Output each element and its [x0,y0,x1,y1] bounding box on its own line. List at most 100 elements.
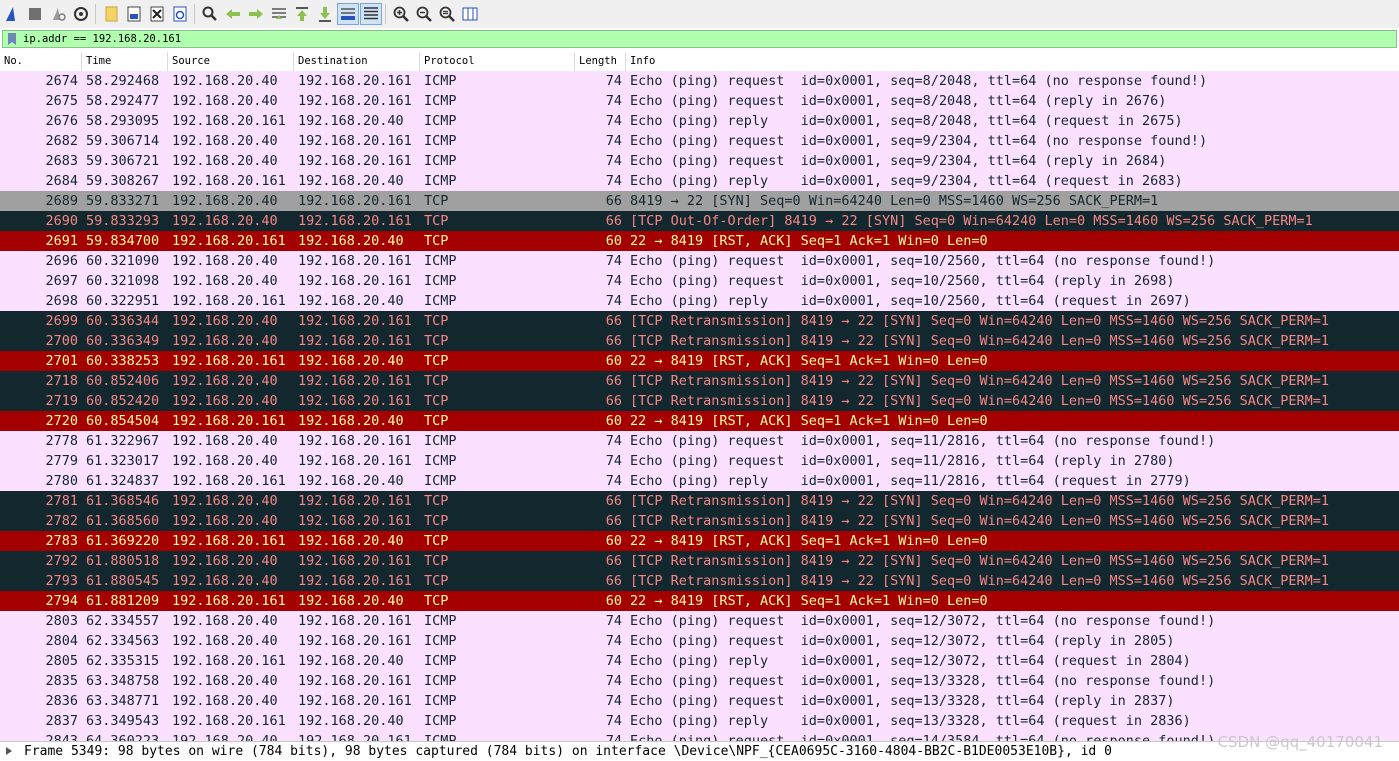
packet-row[interactable]: 2779 61.323017 192.168.20.40 192.168.20.161… [0,451,1399,471]
packet-info: Echo (ping) request id=0x0001, seq=12/30… [630,613,1216,629]
colorize-icon[interactable] [360,3,382,25]
packet-row[interactable]: 2689 59.833271 192.168.20.40 192.168.20.161… [0,191,1399,211]
packet-time: 61.880545 [86,573,160,589]
packet-row[interactable]: 2684 59.308267 192.168.20.161 192.168.20.40… [0,171,1399,191]
packet-row[interactable]: 2780 61.324837 192.168.20.161 192.168.20.40… [0,471,1399,491]
packet-row[interactable]: 2794 61.881209 192.168.20.161 192.168.20.40… [0,591,1399,611]
zoom-normal-icon[interactable] [436,3,458,25]
packet-source: 192.168.20.161 [172,653,286,669]
packet-row[interactable]: 2836 63.348771 192.168.20.40 192.168.20.161… [0,691,1399,711]
packet-length: 74 [605,653,622,669]
save-file-icon[interactable] [123,3,145,25]
packet-row[interactable]: 2719 60.852420 192.168.20.40 192.168.20.161… [0,391,1399,411]
packet-row[interactable]: 2835 63.348758 192.168.20.40 192.168.20.161… [0,671,1399,691]
packet-destination: 192.168.20.161 [298,673,412,689]
packet-info: Echo (ping) request id=0x0001, seq=10/25… [630,273,1175,289]
column-header-length[interactable]: Length [575,52,626,71]
packet-row[interactable]: 2843 64.360223 192.168.20.40 192.168.20.161… [0,731,1399,741]
zoom-out-icon[interactable] [413,3,435,25]
packet-info: Echo (ping) request id=0x0001, seq=9/230… [630,133,1208,149]
packet-source: 192.168.20.40 [172,453,278,469]
toolbar-separator [95,4,96,24]
packet-protocol: ICMP [424,173,457,189]
packet-protocol: ICMP [424,673,457,689]
packet-no: 2803 [45,613,78,629]
packet-length: 74 [605,153,622,169]
packet-destination: 192.168.20.161 [298,333,412,349]
reload-icon[interactable] [169,3,191,25]
packet-row[interactable]: 2837 63.349543 192.168.20.161 192.168.20.40… [0,711,1399,731]
shark-fin-icon[interactable] [1,3,23,25]
packet-row[interactable]: 2675 58.292477 192.168.20.40 192.168.20.161… [0,91,1399,111]
packet-destination: 192.168.20.161 [298,633,412,649]
packet-row[interactable]: 2690 59.833293 192.168.20.40 192.168.20.161… [0,211,1399,231]
toolbar-separator [385,4,386,24]
packet-protocol: TCP [424,513,449,529]
packet-row[interactable]: 2720 60.854504 192.168.20.161 192.168.20.40… [0,411,1399,431]
packet-destination: 192.168.20.161 [298,213,412,229]
packet-row[interactable]: 2783 61.369220 192.168.20.161 192.168.20.40… [0,531,1399,551]
packet-source: 192.168.20.161 [172,713,286,729]
packet-row[interactable]: 2674 58.292468 192.168.20.40 192.168.20.161… [0,71,1399,91]
zoom-in-icon[interactable] [390,3,412,25]
packet-destination: 192.168.20.40 [298,113,404,129]
packet-length: 66 [605,393,622,409]
packet-row[interactable]: 2792 61.880518 192.168.20.40 192.168.20.161… [0,551,1399,571]
frame-summary[interactable]: Frame 5349: 98 bytes on wire (784 bits),… [24,744,1112,759]
packet-destination: 192.168.20.161 [298,553,412,569]
packet-row[interactable]: 2682 59.306714 192.168.20.40 192.168.20.161… [0,131,1399,151]
packet-row[interactable]: 2676 58.293095 192.168.20.161 192.168.20.40… [0,111,1399,131]
display-filter-input[interactable]: ip.addr == 192.168.20.161 [2,30,1397,48]
column-header-destination[interactable]: Destination [294,52,420,71]
packet-row[interactable]: 2683 59.306721 192.168.20.40 192.168.20.161… [0,151,1399,171]
packet-no: 2778 [45,433,78,449]
packet-row[interactable]: 2805 62.335315 192.168.20.161 192.168.20.40… [0,651,1399,671]
open-file-icon[interactable] [100,3,122,25]
stop-icon[interactable] [24,3,46,25]
packet-row[interactable]: 2697 60.321098 192.168.20.40 192.168.20.161… [0,271,1399,291]
column-header-source[interactable]: Source [168,52,294,71]
resize-columns-icon[interactable] [459,3,481,25]
packet-no: 2699 [45,313,78,329]
packet-row[interactable]: 2782 61.368560 192.168.20.40 192.168.20.161… [0,511,1399,531]
packet-row[interactable]: 2793 61.880545 192.168.20.40 192.168.20.161… [0,571,1399,591]
packet-no: 2793 [45,573,78,589]
packet-protocol: ICMP [424,273,457,289]
packet-row[interactable]: 2698 60.322951 192.168.20.161 192.168.20.40… [0,291,1399,311]
packet-row[interactable]: 2804 62.334563 192.168.20.40 192.168.20.161… [0,631,1399,651]
expand-arrow-icon[interactable] [4,746,14,756]
go-back-icon[interactable] [222,3,244,25]
packet-time: 60.336344 [86,313,160,329]
packet-row[interactable]: 2691 59.834700 192.168.20.161 192.168.20.40… [0,231,1399,251]
column-header-protocol[interactable]: Protocol [420,52,575,71]
column-header-time[interactable]: Time [82,52,168,71]
bookmark-icon[interactable] [6,32,18,46]
packet-row[interactable]: 2781 61.368546 192.168.20.40 192.168.20.161… [0,491,1399,511]
packet-row[interactable]: 2696 60.321090 192.168.20.40 192.168.20.161… [0,251,1399,271]
packet-no: 2720 [45,413,78,429]
packet-info: Echo (ping) reply id=0x0001, seq=12/3072… [630,653,1191,669]
packet-row[interactable]: 2718 60.852406 192.168.20.40 192.168.20.161… [0,371,1399,391]
packet-row[interactable]: 2700 60.336349 192.168.20.40 192.168.20.161… [0,331,1399,351]
autoscroll-icon[interactable] [337,3,359,25]
packet-source: 192.168.20.40 [172,313,278,329]
packet-list: 2674 58.292468 192.168.20.40 192.168.20.161… [0,71,1399,741]
find-icon[interactable] [199,3,221,25]
go-forward-icon[interactable] [245,3,267,25]
packet-info: Echo (ping) request id=0x0001, seq=13/33… [630,693,1175,709]
options-gear-icon[interactable] [70,3,92,25]
go-last-icon[interactable] [314,3,336,25]
close-file-icon[interactable] [146,3,168,25]
column-header-info[interactable]: Info [626,52,1399,71]
packet-row[interactable]: 2803 62.334557 192.168.20.40 192.168.20.161… [0,611,1399,631]
packet-row[interactable]: 2701 60.338253 192.168.20.161 192.168.20.40… [0,351,1399,371]
column-header-no[interactable]: No. [0,52,82,71]
packet-source: 192.168.20.40 [172,393,278,409]
packet-row[interactable]: 2699 60.336344 192.168.20.40 192.168.20.161… [0,311,1399,331]
packet-row[interactable]: 2778 61.322967 192.168.20.40 192.168.20.161… [0,431,1399,451]
packet-no: 2783 [45,533,78,549]
go-first-icon[interactable] [291,3,313,25]
restart-icon[interactable] [47,3,69,25]
filter-text[interactable]: ip.addr == 192.168.20.161 [23,33,181,45]
go-to-packet-icon[interactable] [268,3,290,25]
